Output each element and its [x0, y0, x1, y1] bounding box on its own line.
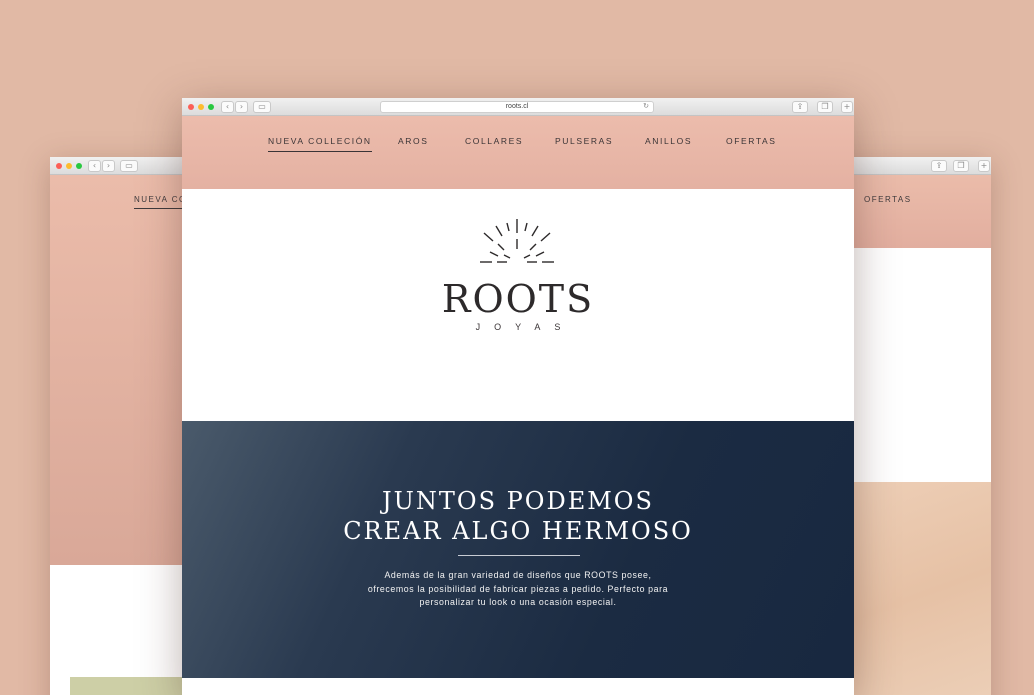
address-bar[interactable]: roots.cl ↻	[380, 101, 654, 113]
tabs-icon[interactable]: ❐	[817, 101, 833, 113]
nav-item-collares[interactable]: COLLARES	[465, 136, 523, 146]
nav-item-pulseras[interactable]: PULSERAS	[555, 136, 613, 146]
banner-body-line3: personalizar tu look o una ocasión espec…	[419, 597, 617, 607]
close-window-button[interactable]	[188, 104, 194, 110]
share-icon[interactable]: ⇪	[931, 160, 947, 172]
sidebar-icon[interactable]: ▭	[120, 160, 138, 172]
title-bar: ‹ › ▭ roots.cl ↻ ⇪ ❐ +	[182, 98, 854, 116]
sunrise-icon	[480, 219, 554, 263]
brand-subtitle: JOYAS	[475, 322, 575, 332]
forward-icon[interactable]: ›	[235, 101, 248, 113]
zoom-window-button[interactable]	[208, 104, 214, 110]
new-tab-icon[interactable]: +	[978, 160, 990, 172]
nav-item-ofertas[interactable]: OFERTAS	[726, 136, 777, 146]
forward-icon[interactable]: ›	[102, 160, 115, 172]
minimize-window-button[interactable]	[66, 163, 72, 169]
minimize-window-button[interactable]	[198, 104, 204, 110]
nav-item-anillos[interactable]: ANILLOS	[645, 136, 692, 146]
back-icon[interactable]: ‹	[221, 101, 234, 113]
divider	[458, 555, 580, 556]
close-window-button[interactable]	[56, 163, 62, 169]
main-nav: NUEVA COLLECIÓN AROS COLLARES PULSERAS A…	[182, 116, 854, 189]
tabs-icon[interactable]: ❐	[953, 160, 969, 172]
zoom-window-button[interactable]	[76, 163, 82, 169]
browser-window-main: ‹ › ▭ roots.cl ↻ ⇪ ❐ + NUEVA COLLECIÓN A…	[182, 98, 854, 695]
reload-icon[interactable]: ↻	[643, 102, 649, 112]
url-text: roots.cl	[505, 103, 529, 110]
nav-item-nueva-coleccion[interactable]: NUEVA COLLECIÓN	[268, 136, 372, 152]
banner-body-line2: ofrecemos la posibilidad de fabricar pie…	[367, 583, 669, 594]
banner-body-line1: Además de la gran variedad de diseños qu…	[384, 570, 652, 580]
nav-item-ofertas[interactable]: OFERTAS	[864, 195, 912, 204]
brand-name: ROOTS	[441, 277, 595, 321]
promo-banner: JUNTOS PODEMOS CREAR ALGO HERMOSO Además…	[182, 421, 854, 678]
next-section	[182, 678, 854, 695]
new-tab-icon[interactable]: +	[841, 101, 853, 113]
banner-headline-line1: JUNTOS PODEMOS	[382, 487, 654, 515]
logo-section: ROOTS JOYAS	[182, 189, 854, 421]
nav-item-aros[interactable]: AROS	[398, 136, 429, 146]
sidebar-icon[interactable]: ▭	[253, 101, 271, 113]
banner-headline-line2: CREAR ALGO HERMOSO	[343, 517, 693, 545]
banner-body: Además de la gran variedad de diseños qu…	[332, 569, 704, 610]
share-icon[interactable]: ⇪	[792, 101, 808, 113]
back-icon[interactable]: ‹	[88, 160, 101, 172]
